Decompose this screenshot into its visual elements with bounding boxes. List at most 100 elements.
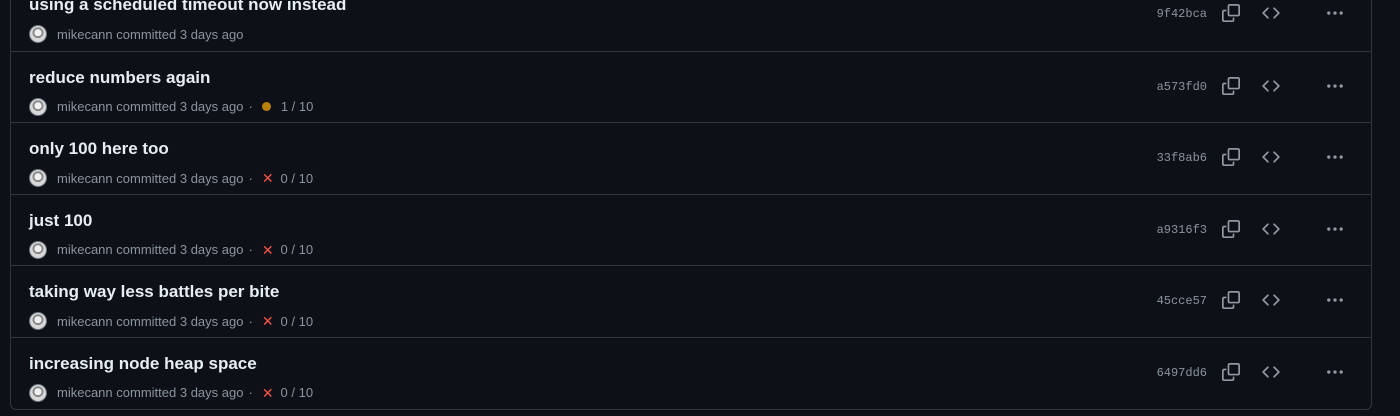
commit-sha[interactable]: 6497dd6 bbox=[1157, 366, 1207, 380]
code-icon bbox=[1262, 223, 1280, 235]
checks-count[interactable]: 0 / 10 bbox=[281, 171, 314, 186]
copy-sha-button[interactable] bbox=[1217, 72, 1245, 100]
commit-meta: mikecann committed 3 days ago · ✕ 0 / 10 bbox=[29, 383, 314, 402]
commit-title[interactable]: taking way less battles per bite bbox=[29, 282, 279, 302]
commit-row: increasing node heap space mikecann comm… bbox=[11, 336, 1371, 409]
copy-icon bbox=[1222, 4, 1240, 22]
x-icon[interactable]: ✕ bbox=[262, 314, 274, 328]
avatar[interactable] bbox=[29, 312, 47, 331]
commit-verb: committed bbox=[116, 385, 177, 401]
avatar[interactable] bbox=[29, 383, 47, 402]
commit-meta: mikecann committed 3 days ago · ✕ 0 / 10 bbox=[29, 240, 314, 259]
browse-code-button[interactable] bbox=[1257, 72, 1285, 100]
commit-author[interactable]: mikecann bbox=[57, 27, 113, 42]
commit-author[interactable]: mikecann bbox=[57, 242, 113, 257]
commit-title[interactable]: using a scheduled timeout now instead bbox=[29, 0, 346, 15]
x-icon[interactable]: ✕ bbox=[262, 243, 274, 257]
avatar[interactable] bbox=[29, 169, 47, 188]
avatar[interactable] bbox=[29, 97, 47, 116]
commit-title[interactable]: only 100 here too bbox=[29, 139, 169, 159]
commit-time: 3 days ago bbox=[179, 242, 244, 258]
more-actions-button[interactable] bbox=[1321, 0, 1349, 27]
commit-list: using a scheduled timeout now instead mi… bbox=[10, 0, 1372, 410]
browse-code-button[interactable] bbox=[1257, 215, 1285, 243]
copy-sha-button[interactable] bbox=[1217, 143, 1245, 171]
commit-row: reduce numbers again mikecann committed … bbox=[11, 50, 1371, 123]
copy-icon bbox=[1222, 76, 1240, 95]
more-actions-button[interactable] bbox=[1321, 72, 1349, 100]
commit-author[interactable]: mikecann bbox=[57, 99, 113, 114]
separator: · bbox=[248, 385, 253, 401]
commit-sha[interactable]: 9f42bca bbox=[1157, 7, 1207, 21]
checks-count[interactable]: 0 / 10 bbox=[281, 385, 314, 400]
commit-row: taking way less battles per bite mikecan… bbox=[11, 265, 1371, 337]
avatar[interactable] bbox=[29, 25, 47, 43]
copy-icon bbox=[1222, 362, 1240, 381]
checks-count[interactable]: 0 / 10 bbox=[281, 314, 314, 329]
copy-icon bbox=[1222, 219, 1240, 238]
commit-verb: committed bbox=[116, 313, 177, 329]
separator: · bbox=[248, 313, 253, 329]
commit-verb: committed bbox=[116, 170, 177, 186]
commit-time: 3 days ago bbox=[179, 313, 244, 329]
commit-sha[interactable]: a573fd0 bbox=[1157, 80, 1207, 94]
browse-code-button[interactable] bbox=[1257, 358, 1285, 386]
commit-title[interactable]: reduce numbers again bbox=[29, 68, 210, 88]
commit-meta: mikecann committed 3 days ago · ✕ 0 / 10 bbox=[29, 312, 314, 331]
more-actions-button[interactable] bbox=[1321, 286, 1349, 314]
code-icon bbox=[1262, 79, 1280, 92]
x-icon[interactable]: ✕ bbox=[262, 386, 274, 400]
commit-row: using a scheduled timeout now instead mi… bbox=[11, 0, 1371, 51]
dot-fill-icon[interactable] bbox=[261, 102, 271, 112]
commit-meta: mikecann committed 3 days ago · 1 / 10 bbox=[29, 97, 314, 116]
code-icon bbox=[1262, 151, 1280, 163]
commit-verb: committed bbox=[116, 99, 177, 115]
code-icon bbox=[1262, 294, 1280, 307]
checks-count[interactable]: 1 / 10 bbox=[281, 99, 314, 114]
browse-code-button[interactable] bbox=[1257, 286, 1285, 314]
commit-author[interactable]: mikecann bbox=[57, 385, 113, 400]
code-icon bbox=[1262, 7, 1280, 19]
separator: · bbox=[248, 99, 253, 115]
commit-meta: mikecann committed 3 days ago bbox=[29, 25, 243, 43]
commit-sha[interactable]: a9316f3 bbox=[1157, 223, 1207, 237]
commit-author[interactable]: mikecann bbox=[57, 171, 113, 186]
kebab-horizontal-icon bbox=[1327, 155, 1343, 159]
copy-sha-button[interactable] bbox=[1217, 215, 1245, 243]
checks-count[interactable]: 0 / 10 bbox=[281, 242, 314, 257]
browse-code-button[interactable] bbox=[1257, 0, 1285, 27]
kebab-horizontal-icon bbox=[1327, 227, 1343, 231]
commit-title[interactable]: just 100 bbox=[29, 211, 92, 231]
code-icon bbox=[1262, 366, 1280, 378]
more-actions-button[interactable] bbox=[1321, 358, 1349, 386]
kebab-horizontal-icon bbox=[1327, 370, 1343, 374]
kebab-horizontal-icon bbox=[1327, 83, 1343, 88]
commit-sha[interactable]: 45cce57 bbox=[1157, 294, 1207, 308]
copy-sha-button[interactable] bbox=[1217, 286, 1245, 314]
commit-sha[interactable]: 33f8ab6 bbox=[1157, 151, 1207, 165]
separator: · bbox=[248, 170, 253, 186]
commit-row: just 100 mikecann committed 3 days ago ·… bbox=[11, 193, 1371, 266]
x-icon[interactable]: ✕ bbox=[262, 171, 274, 185]
browse-code-button[interactable] bbox=[1257, 143, 1285, 171]
copy-icon bbox=[1222, 291, 1240, 310]
commit-time: 3 days ago bbox=[179, 26, 244, 42]
commit-verb: committed bbox=[116, 242, 177, 258]
kebab-horizontal-icon bbox=[1327, 11, 1343, 15]
commit-author[interactable]: mikecann bbox=[57, 314, 113, 329]
copy-sha-button[interactable] bbox=[1217, 0, 1245, 27]
copy-sha-button[interactable] bbox=[1217, 358, 1245, 386]
avatar[interactable] bbox=[29, 240, 47, 259]
commit-title[interactable]: increasing node heap space bbox=[29, 354, 257, 374]
commit-time: 3 days ago bbox=[179, 99, 244, 115]
commit-verb: committed bbox=[116, 26, 177, 42]
more-actions-button[interactable] bbox=[1321, 215, 1349, 243]
separator: · bbox=[248, 242, 253, 258]
copy-icon bbox=[1222, 148, 1240, 167]
commit-time: 3 days ago bbox=[179, 385, 244, 401]
commit-row: only 100 here too mikecann committed 3 d… bbox=[11, 122, 1371, 194]
commit-time: 3 days ago bbox=[179, 170, 244, 186]
commit-meta: mikecann committed 3 days ago · ✕ 0 / 10 bbox=[29, 169, 314, 188]
more-actions-button[interactable] bbox=[1321, 143, 1349, 171]
kebab-horizontal-icon bbox=[1327, 298, 1343, 303]
